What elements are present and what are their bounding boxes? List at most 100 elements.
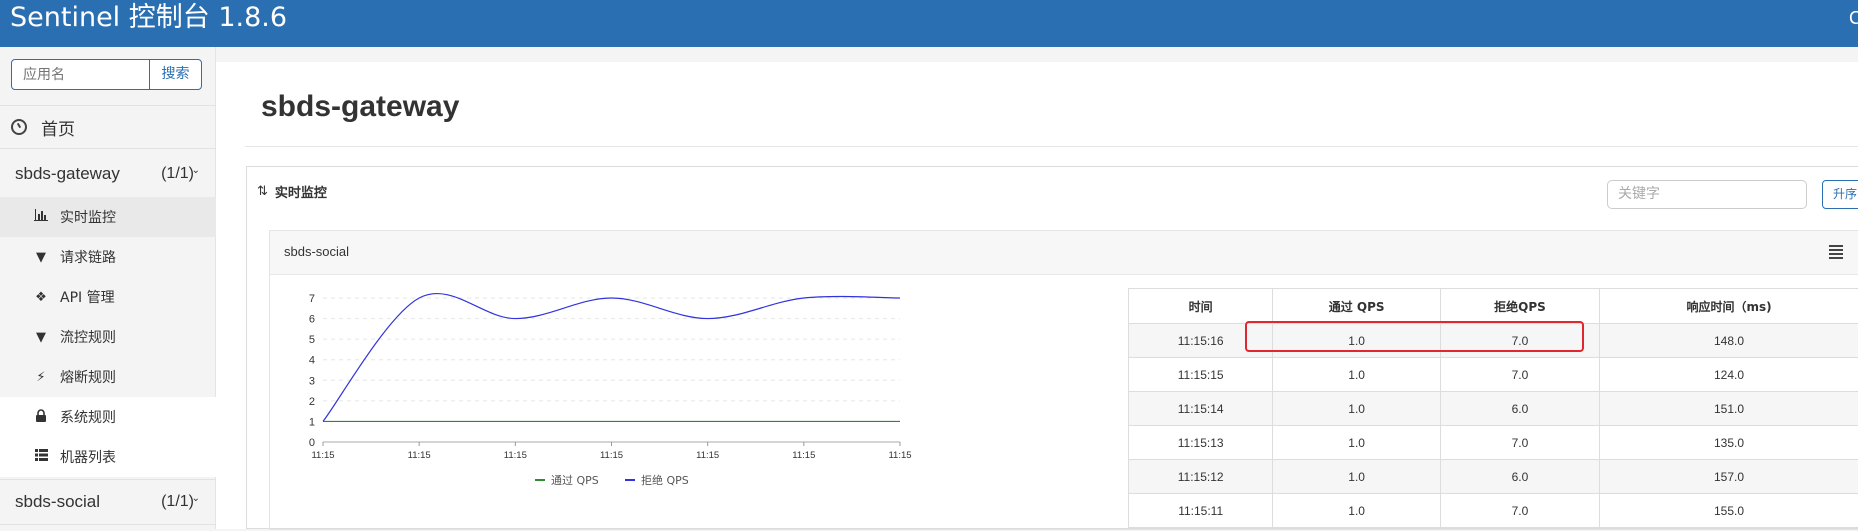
filter-icon: ▼: [32, 250, 50, 265]
legend-label: 拒绝 QPS: [641, 473, 689, 487]
cell: 124.0: [1600, 358, 1858, 392]
cell: 7.0: [1440, 358, 1599, 392]
app-item-social[interactable]: sbds-social (1/1) ⌄: [0, 480, 216, 524]
sort-amount-icon: ⇅: [257, 184, 268, 199]
nav-home-label: 首页: [41, 115, 75, 140]
cell: 7.0: [1440, 426, 1599, 460]
app-item-gateway[interactable]: sbds-gateway (1/1) ⌄: [0, 152, 216, 196]
panel-header: ⇅ 实时监控: [257, 182, 327, 201]
sub-item-degrade[interactable]: ⚡ 熔断规则: [0, 357, 216, 397]
qps-line-chart: 0 1 2 3 4 5 6 7 11:15 11:15 11:15 11:15 11:15 11:15 11…: [280, 277, 1120, 531]
x-tick-label: 11:15: [408, 450, 431, 461]
y-tick-label: 6: [309, 314, 315, 326]
col-rt: 响应时间（ms): [1600, 289, 1858, 324]
sub-item-label: 实时监控: [60, 207, 116, 227]
app-title[interactable]: Sentinel 控制台 1.8.6: [10, 0, 287, 38]
cell: 6.0: [1440, 392, 1599, 426]
lock-icon: [32, 409, 50, 426]
tags-icon: ❖: [32, 290, 50, 305]
highlight-box: [1245, 321, 1584, 352]
y-tick-label: 4: [309, 355, 315, 367]
sidebar: 搜索 首页 sbds-gateway (1/1) ⌄ 实时监控 ▼ 请求链路 ❖…: [0, 47, 216, 529]
cell: 11:15:11: [1129, 494, 1273, 528]
cell: 155.0: [1600, 494, 1858, 528]
card-header: sbds-social: [270, 231, 1858, 275]
sub-item-label: 请求链路: [60, 247, 116, 267]
x-tick-label: 11:15: [696, 450, 719, 461]
app-name: sbds-social: [15, 492, 100, 512]
sub-item-realtime[interactable]: 实时监控: [0, 197, 216, 237]
main-content: sbds-gateway ⇅ 实时监控 关键字 升序 sbds-social 0…: [216, 62, 1858, 529]
cell: 11:15:13: [1129, 426, 1273, 460]
chevron-down-icon: ⌄: [192, 493, 200, 504]
cell: 148.0: [1600, 324, 1858, 358]
x-tick-label: 11:15: [311, 450, 334, 461]
table-row: 11:15:11 1.0 7.0 155.0: [1129, 494, 1858, 528]
table-row: 11:15:15 1.0 7.0 124.0: [1129, 358, 1858, 392]
table-header-row: 时间 通过 QPS 拒绝QPS 响应时间（ms): [1129, 289, 1858, 324]
chevron-down-icon: ⌄: [192, 165, 200, 176]
y-tick-label: 0: [309, 437, 315, 449]
cell: 1.0: [1273, 494, 1441, 528]
nav-home[interactable]: 首页: [0, 105, 216, 149]
divider: [0, 524, 216, 525]
app-name: sbds-gateway: [15, 164, 120, 184]
sub-item-machines[interactable]: 机器列表: [0, 437, 216, 477]
cell: 1.0: [1273, 426, 1441, 460]
divider: [245, 146, 1858, 147]
cell: 151.0: [1600, 392, 1858, 426]
sub-item-label: 熔断规则: [60, 367, 116, 387]
table-row: 11:15:12 1.0 6.0 157.0: [1129, 460, 1858, 494]
cell: 11:15:14: [1129, 392, 1273, 426]
cell: 11:15:12: [1129, 460, 1273, 494]
y-tick-label: 3: [309, 375, 315, 387]
app-search-input[interactable]: [12, 60, 149, 89]
bar-chart-icon: [32, 209, 50, 225]
table-row: 11:15:13 1.0 7.0 135.0: [1129, 426, 1858, 460]
sub-item-label: 机器列表: [60, 447, 116, 467]
sub-item-api[interactable]: ❖ API 管理: [0, 277, 216, 317]
cell: 1.0: [1273, 392, 1441, 426]
sub-item-chain[interactable]: ▼ 请求链路: [0, 237, 216, 277]
sub-item-label: 流控规则: [60, 327, 116, 347]
keyword-input[interactable]: 关键字: [1607, 180, 1807, 209]
dashboard-icon: [11, 119, 27, 135]
user-menu[interactable]: C: [1849, 8, 1858, 29]
list-icon: [32, 449, 50, 465]
app-count: (1/1): [161, 165, 194, 183]
col-block-qps: 拒绝QPS: [1440, 289, 1599, 324]
col-time: 时间: [1129, 289, 1273, 324]
sub-item-flow[interactable]: ▼ 流控规则: [0, 317, 216, 357]
sort-asc-button[interactable]: 升序: [1822, 180, 1858, 209]
sub-item-label: API 管理: [60, 287, 115, 307]
app-count: (1/1): [161, 493, 194, 511]
monitor-panel: ⇅ 实时监控 关键字 升序 sbds-social 0 1 2 3 4 5 6 7 11:15 1…: [246, 166, 1858, 529]
cell: 1.0: [1273, 460, 1441, 494]
app-search: 搜索: [11, 59, 202, 90]
legend-label: 通过 QPS: [551, 474, 599, 487]
menu-icon[interactable]: [1829, 245, 1843, 261]
sub-item-label: 系统规则: [60, 407, 116, 427]
x-tick-label: 11:15: [600, 450, 623, 461]
y-tick-label: 7: [309, 293, 315, 305]
top-navbar: Sentinel 控制台 1.8.6 C: [0, 0, 1858, 47]
cell: 157.0: [1600, 460, 1858, 494]
card-title: sbds-social: [284, 244, 349, 259]
y-tick-label: 2: [309, 396, 315, 408]
x-tick-label: 11:15: [888, 450, 911, 461]
table-row: 11:15:14 1.0 6.0 151.0: [1129, 392, 1858, 426]
page-title: sbds-gateway: [261, 90, 459, 124]
filter-icon: ▼: [32, 330, 50, 345]
sub-item-system[interactable]: 系统规则: [0, 397, 216, 437]
cell: 7.0: [1440, 494, 1599, 528]
x-tick-label: 11:15: [792, 450, 815, 461]
flash-icon: ⚡: [32, 370, 50, 385]
search-button[interactable]: 搜索: [149, 60, 201, 89]
x-tick-label: 11:15: [504, 450, 527, 461]
resource-card: sbds-social 0 1 2 3 4 5 6 7 11:15 11:15 11:15 11:15…: [269, 230, 1858, 530]
y-tick-label: 5: [309, 334, 315, 346]
cell: 1.0: [1273, 358, 1441, 392]
y-tick-label: 1: [309, 416, 315, 428]
cell: 6.0: [1440, 460, 1599, 494]
cell: 135.0: [1600, 426, 1858, 460]
